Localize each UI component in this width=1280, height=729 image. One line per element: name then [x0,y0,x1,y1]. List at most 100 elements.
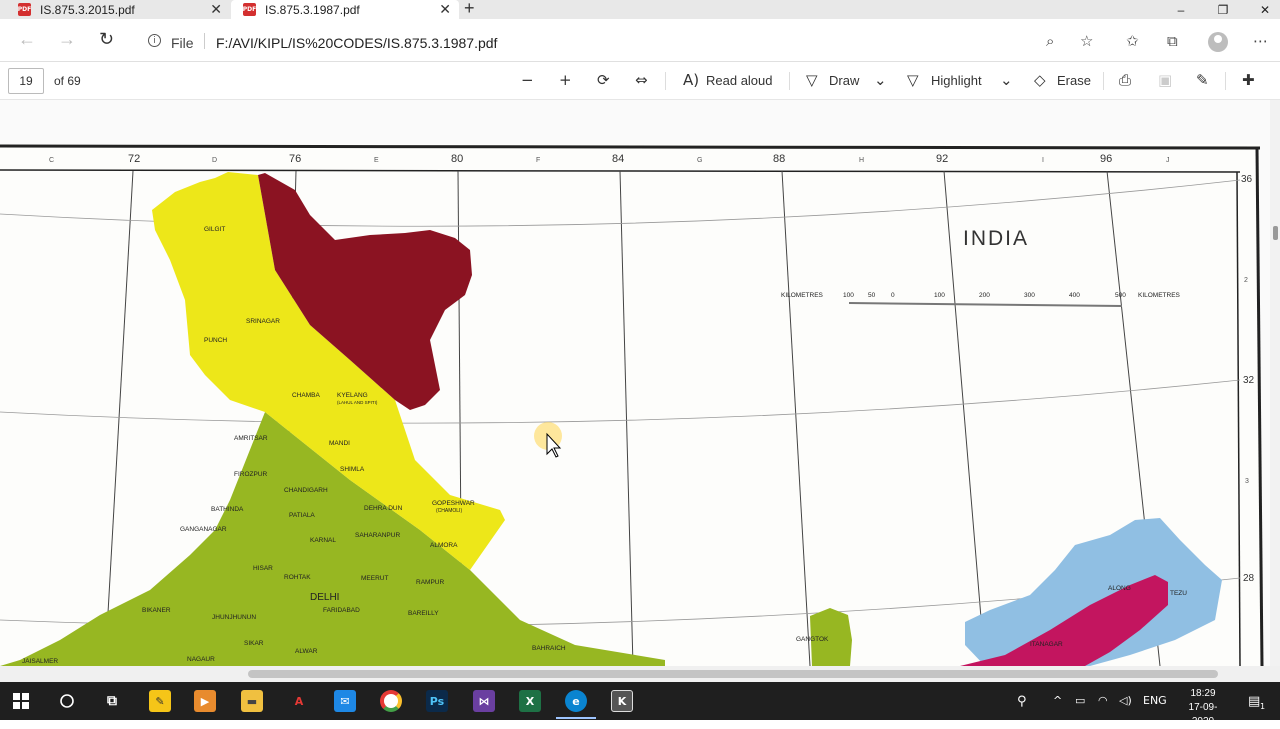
tab-is875-2015[interactable]: PDF IS.875.3.2015.pdf ✕ [0,0,230,19]
longitude-label: 76 [289,153,301,165]
chevron-up-icon[interactable]: ^ [1053,694,1062,707]
grid-letter: H [859,157,864,164]
place-label: FARIDABAD [323,607,360,614]
photoshop-icon[interactable]: Ps [426,690,448,712]
chevron-down-icon[interactable]: ⌄ [1000,71,1013,89]
highlight-button[interactable]: Highlight [931,73,982,88]
address-bar: ← → ↻ i File F:/AVI/KIPL/IS%20CODES/IS.8… [0,19,1280,62]
longitude-label: 88 [773,153,785,165]
place-label: PATIALA [289,512,315,519]
longitude-label: 84 [612,153,624,165]
notification-icon[interactable]: ▤ [1248,694,1260,709]
place-label: GANGANAGAR [180,526,227,533]
fit-page-icon[interactable]: ⇔ [635,71,648,89]
india-wind-map: 72 76 80 84 88 92 96 C D E F G H I J 36 … [0,144,1264,666]
place-label: CHAMBA [292,392,320,399]
refresh-icon[interactable]: ↻ [99,29,114,50]
grid-letter: G [697,157,702,164]
acrobat-icon[interactable]: A [288,690,310,712]
zoom-icon[interactable]: ⌕ [1046,32,1054,50]
divider [789,72,790,90]
place-label: KARNAL [310,537,336,544]
wifi-icon[interactable]: ◠ [1098,694,1108,707]
notification-count: 1 [1260,702,1266,711]
place-label: (CHAMOLI) [436,508,462,514]
back-icon[interactable]: ← [18,29,36,50]
place-label: SRINAGAR [246,318,280,325]
scale-label-left: KILOMETRES [781,292,824,299]
minimize-button[interactable]: – [1158,0,1204,19]
close-window-button[interactable]: ✕ [1242,0,1280,19]
pdf-document-area[interactable]: 72 76 80 84 88 92 96 C D E F G H I J 36 … [0,100,1280,666]
save-as-icon[interactable]: ✎ [1196,71,1209,89]
place-label: BAREILLY [408,610,439,617]
read-aloud-button[interactable]: Read aloud [706,73,773,88]
media-player-icon[interactable]: ▶ [194,690,216,712]
favorite-star-icon[interactable]: ☆ [1080,32,1093,50]
place-label: FIROZPUR [234,471,268,478]
battery-icon[interactable]: ▭ [1075,694,1085,707]
grid-letter: F [536,157,540,164]
sticky-notes-icon[interactable]: ✎ [149,690,171,712]
collections-icon[interactable]: ⧉ [1167,32,1178,50]
pin-toolbar-icon[interactable]: ✚ [1242,71,1255,89]
read-aloud-icon[interactable]: A) [683,71,699,89]
search-icon[interactable] [56,690,78,712]
grid-letter: C [49,157,54,164]
divider [1103,72,1104,90]
profile-avatar[interactable] [1208,32,1228,52]
forward-icon[interactable]: → [58,29,76,50]
k-app-icon[interactable]: K [611,690,633,712]
task-view-icon[interactable]: ⧉ [101,690,123,712]
erase-button[interactable]: Erase [1057,73,1091,88]
grid-number: 3 [1245,478,1249,485]
people-icon[interactable]: ⚲ [1017,694,1027,709]
draw-button[interactable]: Draw [829,73,859,88]
place-label: HISAR [253,565,273,572]
chevron-down-icon[interactable]: ⌄ [874,71,887,89]
draw-icon[interactable]: ▽ [806,71,818,89]
place-label: SIKAR [244,640,264,647]
tab-strip: PDF IS.875.3.2015.pdf ✕ PDF IS.875.3.198… [0,0,1280,19]
volume-icon[interactable]: ◁) [1119,694,1132,707]
windows-start-icon[interactable] [10,690,32,712]
active-app-indicator [556,717,596,719]
restore-button[interactable]: ❐ [1200,0,1246,19]
more-menu-icon[interactable]: ⋯ [1253,32,1268,50]
place-label: TEZU [1170,590,1187,597]
horizontal-scroll-thumb[interactable] [248,670,1218,678]
file-explorer-icon[interactable]: ▬ [241,690,263,712]
favorites-icon[interactable]: ✩ [1126,32,1139,50]
pdf-icon: PDF [18,3,31,16]
place-label: BATHINDA [211,506,244,513]
close-tab-icon[interactable]: ✕ [210,1,222,18]
grid-letter: I [1042,157,1044,164]
clock[interactable]: 18:29 17-09-2020 [1178,687,1228,729]
place-label: ALONG [1108,585,1131,592]
erase-icon[interactable]: ◇ [1034,71,1046,89]
edge-icon[interactable]: e [565,690,587,712]
scale-label-right: KILOMETRES [1138,292,1181,299]
tab-is875-1987[interactable]: PDF IS.875.3.1987.pdf ✕ [231,0,459,19]
place-label: BAHRAICH [532,645,566,652]
highlight-icon[interactable]: ▽ [907,71,919,89]
close-tab-icon[interactable]: ✕ [439,1,451,18]
language-indicator[interactable]: ENG [1143,694,1167,707]
info-icon[interactable]: i [148,34,161,47]
vertical-scroll-thumb[interactable] [1273,226,1278,240]
visual-studio-icon[interactable]: ⋈ [473,690,495,712]
chrome-icon[interactable] [380,690,402,712]
rotate-icon[interactable]: ⟳ [597,71,610,89]
zoom-out-icon[interactable]: − [521,71,534,89]
page-number-input[interactable]: 19 [8,68,44,94]
new-tab-button[interactable]: + [464,0,475,19]
place-label: ITANAGAR [1030,641,1063,648]
mail-icon[interactable]: ✉ [334,690,356,712]
print-icon[interactable]: ⎙ [1119,71,1131,89]
scale-tick: 500 [1115,292,1126,299]
place-label: SHIMLA [340,466,365,473]
url-input[interactable]: F:/AVI/KIPL/IS%20CODES/IS.875.3.1987.pdf [216,35,497,51]
zoom-in-icon[interactable]: + [559,71,572,89]
excel-icon[interactable]: X [519,690,541,712]
vertical-scrollbar[interactable] [1270,100,1280,666]
